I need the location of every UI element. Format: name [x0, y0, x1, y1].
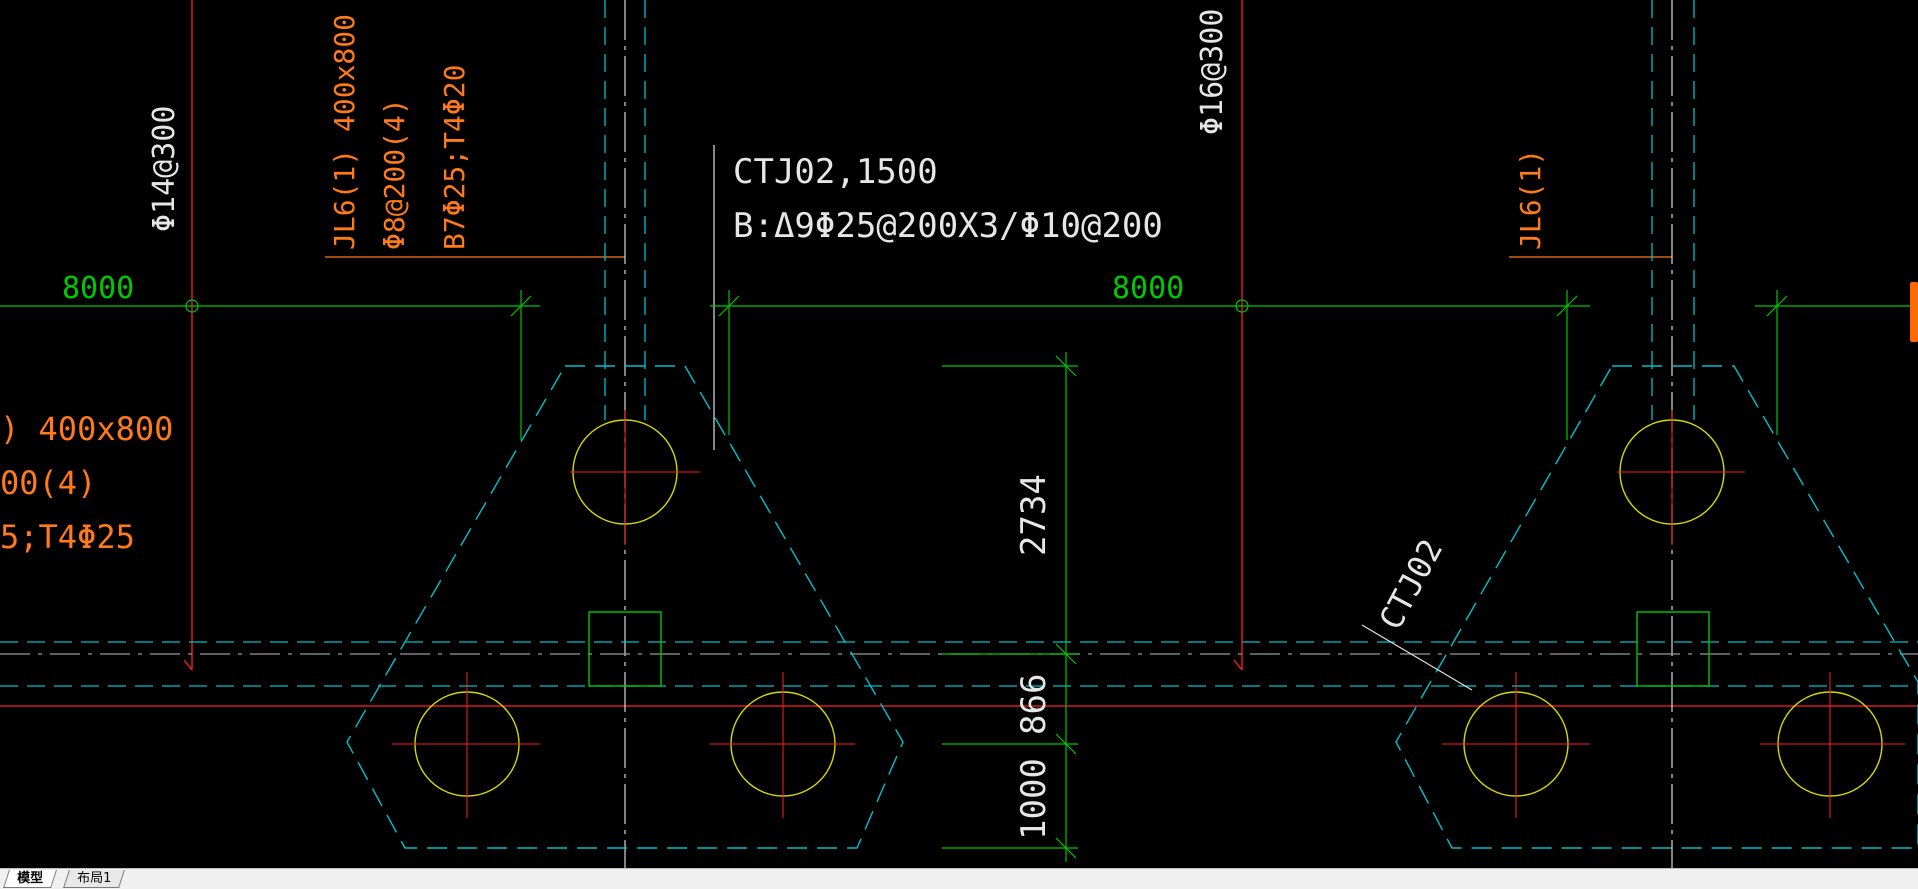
beam-label-line1: JL6(1) 400x800	[328, 14, 361, 250]
beam-partial-line1: ) 400x800	[0, 410, 173, 448]
dimension-2734: 2734	[1014, 474, 1054, 556]
beam-label-line3: B7Φ25;T4Φ20	[438, 65, 471, 250]
tab-model-label: 模型	[17, 871, 44, 886]
beam-label-right: JL6(1)	[1514, 149, 1547, 250]
beam-partial-line3: 5;T4Φ25	[0, 518, 135, 556]
beam-label-line2: Φ8@200(4)	[378, 98, 411, 250]
span-dimension-left: 8000	[62, 271, 134, 306]
dimension-866: 866	[1014, 674, 1054, 735]
tab-layout1[interactable]: 布局1	[63, 870, 126, 888]
tab-model[interactable]: 模型	[3, 870, 57, 888]
rebar-annotation-right: Φ16@300	[1195, 9, 1230, 135]
scroll-grip[interactable]	[1910, 282, 1918, 342]
rebar-annotation-left: Φ14@300	[147, 106, 182, 232]
dimension-1000: 1000	[1014, 758, 1054, 840]
beam-partial-line2: 00(4)	[0, 464, 96, 502]
span-dimension-right: 8000	[1112, 271, 1184, 306]
tab-layout1-label: 布局1	[77, 871, 112, 886]
pile-cap-detail[interactable]: B:Δ9Φ25@200X3/Φ10@200	[733, 206, 1163, 246]
cad-drawing-canvas[interactable]: 8000 8000 2734 866 1000 Φ14@300 Φ16@300 …	[0, 0, 1918, 868]
layout-tab-bar: 模型 布局1	[0, 868, 1918, 889]
pile-cap-title[interactable]: CTJ02,1500	[733, 152, 938, 192]
